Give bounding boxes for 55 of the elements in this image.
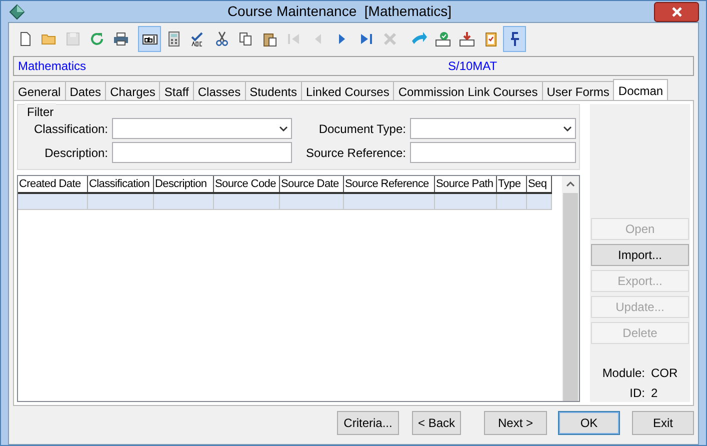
input-field[interactable]: [112, 142, 292, 163]
scrollbar[interactable]: [562, 176, 579, 401]
chevron-down-icon: [279, 126, 288, 132]
column-header[interactable]: Classification: [88, 176, 154, 192]
column-header[interactable]: Source Path: [435, 176, 497, 192]
scroll-thumb[interactable]: [563, 193, 578, 401]
tab[interactable]: Charges: [105, 81, 160, 100]
cut-icon: [214, 31, 230, 47]
dropdown-field[interactable]: [410, 118, 576, 139]
column-header[interactable]: Source Code: [214, 176, 280, 192]
column-header[interactable]: Type: [497, 176, 527, 192]
course-name: Mathematics: [18, 58, 88, 75]
field-label: Classification:: [32, 120, 108, 138]
field-label: Document Type:: [318, 120, 406, 138]
clipboard-check-icon: [482, 31, 498, 47]
spellcheck-icon: [190, 31, 206, 47]
field-label: Source Reference:: [304, 144, 406, 162]
column-header[interactable]: Seq: [527, 176, 552, 192]
paste-icon: [262, 31, 278, 47]
chevron-down-icon: [563, 126, 572, 132]
column-header[interactable]: Source Reference: [344, 176, 435, 192]
column-header[interactable]: Description: [154, 176, 214, 192]
delete-icon: [382, 31, 398, 47]
text-field-button[interactable]: [138, 26, 161, 52]
copy-icon: [238, 31, 254, 47]
printer-icon: [112, 31, 128, 47]
action-button[interactable]: Import...: [591, 244, 689, 266]
app-icon: [9, 4, 25, 20]
tab[interactable]: Docman: [613, 79, 668, 100]
dialog-button[interactable]: Next >: [484, 411, 547, 435]
tray-download-icon: [458, 31, 474, 47]
first-record-icon: [286, 31, 302, 47]
save-icon: [64, 31, 80, 47]
dialog-button[interactable]: OK: [558, 411, 620, 435]
dialog-button[interactable]: < Back: [412, 411, 461, 435]
info-value: 2: [651, 385, 659, 402]
dialog-button[interactable]: Criteria...: [337, 411, 399, 435]
close-button[interactable]: [654, 2, 699, 22]
close-icon: [672, 6, 682, 16]
input-field[interactable]: [410, 142, 576, 163]
column-header[interactable]: Source Date: [280, 176, 344, 192]
refresh-icon: [88, 31, 104, 47]
window-title: Course Maintenance [Mathematics]: [226, 2, 453, 21]
course-code: S/10MAT: [448, 58, 498, 75]
tab[interactable]: General: [13, 81, 66, 100]
calculator-icon: [166, 31, 182, 47]
dialog-button[interactable]: Exit: [632, 411, 694, 435]
info-label: ID:: [628, 385, 646, 402]
field-label: Description:: [44, 144, 108, 162]
pin-button[interactable]: [503, 26, 526, 52]
tray-check-icon: [434, 31, 450, 47]
dropdown-field[interactable]: [112, 118, 292, 139]
column-header[interactable]: Created Date: [18, 176, 88, 192]
info-label: Module:: [602, 365, 646, 382]
info-value: COR: [651, 365, 678, 382]
